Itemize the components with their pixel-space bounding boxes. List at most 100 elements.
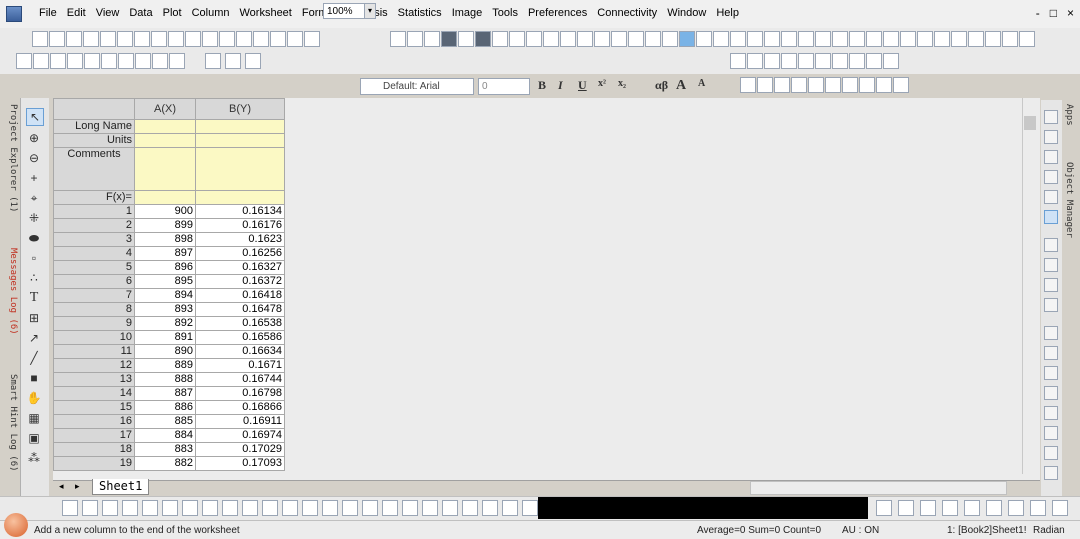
standard-toolbar-button-icon[interactable]: [168, 31, 184, 47]
standard-toolbar-button-icon[interactable]: [883, 31, 899, 47]
worksheet-toolbar-button-icon[interactable]: [118, 53, 134, 69]
worksheet-toolbar-button-icon[interactable]: [16, 53, 32, 69]
graph-toolbar-button-icon[interactable]: [62, 500, 78, 516]
worksheet-toolbar-button-icon[interactable]: [849, 53, 865, 69]
apps-tab[interactable]: Apps: [1064, 104, 1074, 126]
graph-toolbar-button-icon[interactable]: [876, 500, 892, 516]
worksheet-toolbar-button-icon[interactable]: [84, 53, 100, 69]
messages-log-tab[interactable]: Messages Log (6): [2, 248, 18, 335]
rectangle-tool-icon[interactable]: ■: [26, 370, 42, 386]
prev-sheet-icon[interactable]: ◂: [59, 481, 64, 492]
menu-connectivity[interactable]: Connectivity: [592, 7, 662, 19]
cell-b[interactable]: 0.1623: [195, 232, 285, 247]
fx-cell[interactable]: [195, 190, 285, 205]
cell-a[interactable]: 898: [134, 232, 196, 247]
draw-data-icon[interactable]: ∴: [26, 270, 42, 286]
graph-toolbar-button-icon[interactable]: [1030, 500, 1046, 516]
same-width-icon[interactable]: [1044, 406, 1058, 420]
long-name-cell[interactable]: [195, 119, 285, 134]
worksheet-toolbar-button-icon[interactable]: [152, 53, 168, 69]
cell-b[interactable]: 0.17093: [195, 456, 285, 471]
standard-toolbar-button-icon[interactable]: [270, 31, 286, 47]
layout-4-icon[interactable]: [1044, 298, 1058, 312]
row-header[interactable]: 1: [53, 204, 135, 219]
worksheet-toolbar-button-icon[interactable]: [747, 53, 763, 69]
increase-font-button[interactable]: A: [676, 78, 686, 94]
cell-a[interactable]: 888: [134, 372, 196, 387]
greek-button[interactable]: αβ: [655, 78, 668, 93]
graph-toolbar-button-icon[interactable]: [202, 500, 218, 516]
cell-a[interactable]: 894: [134, 288, 196, 303]
same-height-icon[interactable]: [1044, 426, 1058, 440]
standard-toolbar-button-icon[interactable]: [100, 31, 116, 47]
worksheet-toolbar-button-icon[interactable]: [764, 53, 780, 69]
standard-toolbar-button-icon[interactable]: [968, 31, 984, 47]
cell-a[interactable]: 890: [134, 344, 196, 359]
graph-toolbar-button-icon[interactable]: [282, 500, 298, 516]
cell-a[interactable]: 900: [134, 204, 196, 219]
standard-toolbar-button-icon[interactable]: [662, 31, 678, 47]
cell-b[interactable]: 0.16418: [195, 288, 285, 303]
worksheet-toolbar-button-icon[interactable]: [781, 53, 797, 69]
format-toolbar-button-icon[interactable]: [876, 77, 892, 93]
row-header[interactable]: 8: [53, 302, 135, 317]
horizontal-scrollbar[interactable]: [750, 481, 1007, 495]
graph-toolbar-button-icon[interactable]: [920, 500, 936, 516]
layout-3-icon[interactable]: [1044, 278, 1058, 292]
standard-toolbar-button-icon[interactable]: [219, 31, 235, 47]
standard-toolbar-button-icon[interactable]: [49, 31, 65, 47]
insert-image-icon[interactable]: ▣: [26, 430, 42, 446]
menu-data[interactable]: Data: [124, 7, 157, 19]
standard-toolbar-button-icon[interactable]: [32, 31, 48, 47]
standard-toolbar-button-icon[interactable]: [475, 31, 491, 47]
graph-toolbar-button-icon[interactable]: [1008, 500, 1024, 516]
cell-b[interactable]: 0.16176: [195, 218, 285, 233]
next-sheet-icon[interactable]: ▸: [75, 481, 80, 492]
smart-hint-log-tab[interactable]: Smart Hint Log (6): [2, 374, 18, 472]
menu-tools[interactable]: Tools: [487, 7, 523, 19]
standard-toolbar-button-icon[interactable]: [866, 31, 882, 47]
pointer-tool-icon[interactable]: ↖: [26, 108, 44, 126]
standard-toolbar-button-icon[interactable]: [900, 31, 916, 47]
layout-1-icon[interactable]: [1044, 238, 1058, 252]
graph-toolbar-button-icon[interactable]: [302, 500, 318, 516]
graph-toolbar-button-icon[interactable]: [162, 500, 178, 516]
standard-toolbar-button-icon[interactable]: [390, 31, 406, 47]
restore-button[interactable]: □: [1050, 6, 1057, 20]
worksheet-toolbar-button-icon[interactable]: [50, 53, 66, 69]
graph-toolbar-button-icon[interactable]: [362, 500, 378, 516]
standard-toolbar-button-icon[interactable]: [492, 31, 508, 47]
standard-toolbar-button-icon[interactable]: [832, 31, 848, 47]
format-toolbar-button-icon[interactable]: [842, 77, 858, 93]
fx-cell[interactable]: [134, 190, 196, 205]
row-header[interactable]: 19: [53, 456, 135, 471]
project-explorer-tab[interactable]: Project Explorer (1): [2, 104, 18, 212]
standard-toolbar-button-icon[interactable]: [134, 31, 150, 47]
column-header-b[interactable]: B(Y): [195, 98, 285, 120]
scale-tool-icon[interactable]: [1044, 170, 1058, 184]
graph-toolbar-button-icon[interactable]: [262, 500, 278, 516]
row-header[interactable]: 10: [53, 330, 135, 345]
menu-image[interactable]: Image: [447, 7, 488, 19]
line-tool-icon[interactable]: ╱: [26, 350, 42, 366]
cell-a[interactable]: 884: [134, 428, 196, 443]
font-combo[interactable]: Default: Arial: [360, 78, 474, 95]
units-cell[interactable]: [195, 133, 285, 148]
superscript-button[interactable]: x²: [598, 78, 606, 89]
worksheet-toolbar-button-icon[interactable]: [798, 53, 814, 69]
layout-2-icon[interactable]: [1044, 258, 1058, 272]
column-header-a[interactable]: A(X): [134, 98, 196, 120]
cell-b[interactable]: 0.16798: [195, 386, 285, 401]
menu-plot[interactable]: Plot: [158, 7, 187, 19]
row-header[interactable]: 9: [53, 316, 135, 331]
standard-toolbar-button-icon[interactable]: [696, 31, 712, 47]
row-header[interactable]: 17: [53, 428, 135, 443]
graph-toolbar-button-icon[interactable]: [986, 500, 1002, 516]
graph-toolbar-button-icon[interactable]: [462, 500, 478, 516]
graph-toolbar-button-icon[interactable]: [522, 500, 538, 516]
cell-b[interactable]: 0.16538: [195, 316, 285, 331]
graph-toolbar-button-icon[interactable]: [122, 500, 138, 516]
worksheet-toolbar-button-icon[interactable]: [815, 53, 831, 69]
standard-toolbar-button-icon[interactable]: [117, 31, 133, 47]
row-header[interactable]: 4: [53, 246, 135, 261]
